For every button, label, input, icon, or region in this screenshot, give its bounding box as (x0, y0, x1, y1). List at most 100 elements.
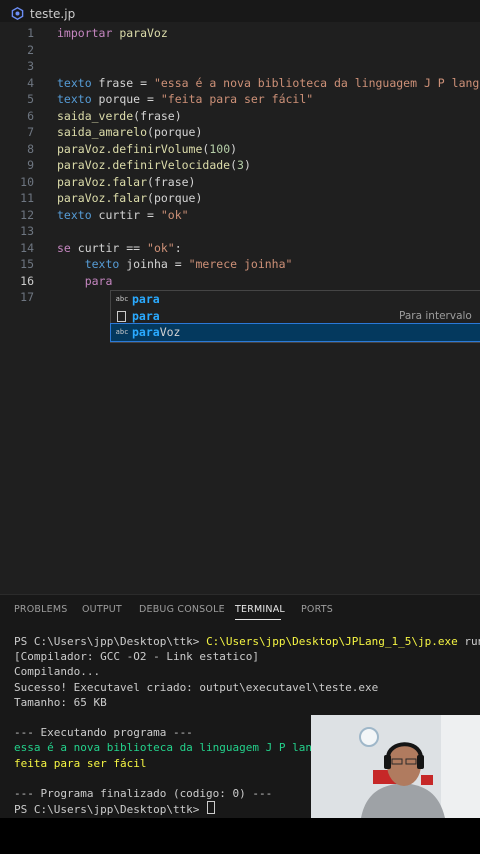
suggestion-item[interactable]: abc para (111, 291, 480, 308)
terminal-line: Tamanho: 65 KB (14, 695, 107, 710)
line-number: 17 (20, 290, 34, 304)
text-word-icon: abc (115, 328, 129, 336)
code-token: ) (243, 158, 251, 172)
code-token: para (84, 273, 113, 288)
code-token: paraVoz (112, 26, 168, 40)
code-line[interactable]: 6 saida_verde(frase) (0, 108, 480, 125)
code-text: texto curtir = "ok" (57, 207, 189, 224)
code-token: 3 (237, 158, 244, 172)
code-text: paraVoz.definirVolume(100) (57, 141, 237, 158)
line-number: 2 (27, 42, 34, 57)
code-line[interactable]: 8 paraVoz.definirVolume(100) (0, 141, 480, 158)
line-number: 11 (20, 191, 34, 205)
code-token: paraVoz.definirVolume (57, 141, 203, 156)
terminal-line: [Compilador: GCC -O2 - Link estatico] (14, 649, 259, 664)
code-token: curtir = (91, 207, 161, 222)
code-token: paraVoz.definirVelocidade (57, 158, 231, 172)
code-line[interactable]: 13 (0, 223, 480, 240)
tab-problems[interactable]: PROBLEMS (14, 604, 67, 615)
terminal-cursor[interactable] (207, 801, 216, 815)
terminal-line: --- Executando programa --- (14, 725, 193, 740)
code-text: para (57, 273, 113, 290)
suggestion-item[interactable]: abc paraVoz (110, 323, 480, 342)
terminal-text: Compilando... (14, 665, 101, 679)
tab-ports[interactable]: PORTS (301, 604, 333, 615)
code-token: frase = (91, 75, 154, 90)
code-line[interactable]: 15 texto joinha = "merece joinha" (0, 256, 480, 273)
code-line[interactable]: 3 (0, 58, 480, 75)
code-text: texto frase = "essa é a nova biblioteca … (57, 75, 480, 92)
suggestion-match: para (132, 308, 160, 323)
terminal-line: Compilando... (14, 664, 100, 679)
code-token: (porque) (147, 125, 203, 139)
terminal-prompt: PS C:\Users\jpp\Desktop\ttk> (14, 803, 207, 817)
code-line[interactable]: 4 texto frase = "essa é a nova biblioteca… (0, 75, 480, 92)
terminal-line: PS C:\Users\jpp\Desktop\ttk> C:\Users\jp… (14, 634, 480, 649)
code-token: "ok" (160, 207, 189, 222)
code-token: texto (84, 257, 120, 271)
code-line[interactable]: 14 se curtir == "ok": (0, 240, 480, 257)
code-text: saida_amarelo(porque) (57, 124, 202, 141)
suggestion-match: para (132, 292, 160, 306)
line-number: 4 (27, 75, 34, 90)
terminal-args: run teste.jp (464, 635, 480, 648)
code-line[interactable]: 11 paraVoz.falar(porque) (0, 190, 480, 207)
code-line[interactable]: 5 texto porque = "feita para ser fácil" (0, 91, 480, 108)
terminal-command: C:\Users\jpp\Desktop\JPLang_1_5\jp.exe (206, 635, 458, 648)
line-number: 7 (27, 125, 34, 139)
tab-output[interactable]: OUTPUT (82, 604, 122, 615)
terminal-text: --- Programa finalizado (codigo: 0) --- (14, 787, 273, 800)
suggestion-detail: Para intervalo (399, 309, 472, 322)
code-token: "feita para ser fácil" (160, 92, 314, 106)
tab-title[interactable]: teste.jp (30, 7, 75, 21)
terminal-text: [Compilador: GCC -O2 - Link estatico] (14, 650, 260, 664)
terminal-line: feita para ser fácil (14, 756, 146, 771)
code-line[interactable]: 16 para (0, 273, 480, 290)
suggestion-label: paraVoz (132, 324, 180, 341)
code-line[interactable]: 1 importar paraVoz (0, 25, 480, 42)
terminal-line: --- Programa finalizado (codigo: 0) --- (14, 786, 272, 801)
code-line[interactable]: 10 paraVoz.falar(frase) (0, 174, 480, 191)
line-number: 6 (27, 108, 34, 123)
terminal-text: Tamanho: 65 KB (14, 695, 107, 709)
terminal-line: Sucesso! Executavel criado: output\execu… (14, 680, 378, 695)
code-token: : (174, 240, 182, 255)
suggestion-rest: Voz (159, 325, 181, 339)
terminal-prompt: PS C:\Users\jpp\Desktop\ttk> (14, 635, 207, 648)
text-word-icon: abc (115, 295, 129, 303)
code-line[interactable]: 7 saida_amarelo(porque) (0, 124, 480, 141)
suggestion-match: para (132, 325, 160, 339)
line-number: 8 (27, 141, 34, 156)
code-token: "merece joinha" (188, 257, 293, 271)
code-line[interactable]: 12 texto curtir = "ok" (0, 207, 480, 224)
line-number: 16 (20, 273, 34, 288)
code-text: paraVoz.falar(frase) (57, 174, 195, 191)
code-text: texto porque = "feita para ser fácil" (57, 91, 313, 108)
terminal-text: Sucesso! Executavel criado: output\execu… (14, 680, 379, 694)
line-number: 12 (20, 207, 34, 222)
code-token: joinha = (119, 257, 189, 271)
snippet-icon (117, 310, 126, 322)
line-number: 15 (20, 257, 34, 271)
code-token: texto (57, 92, 92, 106)
code-token: curtir == (70, 240, 148, 255)
tab-debug-console[interactable]: DEBUG CONSOLE (139, 604, 225, 615)
code-line[interactable]: 9 paraVoz.definirVelocidade(3) (0, 157, 480, 174)
code-token: "ok" (147, 240, 175, 255)
terminal-line: essa é a nova biblioteca da linguagem J … (14, 740, 319, 755)
tab-terminal[interactable]: TERMINAL (235, 604, 285, 615)
file-gear-icon (11, 7, 24, 20)
suggestion-item[interactable]: para Para intervalo (111, 308, 480, 325)
suggestion-widget[interactable]: abc para para Para intervalo abc paraVoz (110, 290, 480, 343)
terminal-text: feita para ser fácil (14, 756, 147, 770)
code-token: 100 (209, 141, 231, 156)
line-number: 14 (20, 240, 34, 255)
code-text: paraVoz.definirVelocidade(3) (57, 157, 251, 174)
code-token: ( (230, 158, 238, 172)
code-token: paraVoz.falar (57, 191, 148, 205)
code-text: se curtir == "ok": (57, 240, 182, 257)
code-token: saida_amarelo (57, 125, 148, 139)
code-line[interactable]: 2 (0, 42, 480, 59)
webcam-person-image (311, 715, 480, 818)
